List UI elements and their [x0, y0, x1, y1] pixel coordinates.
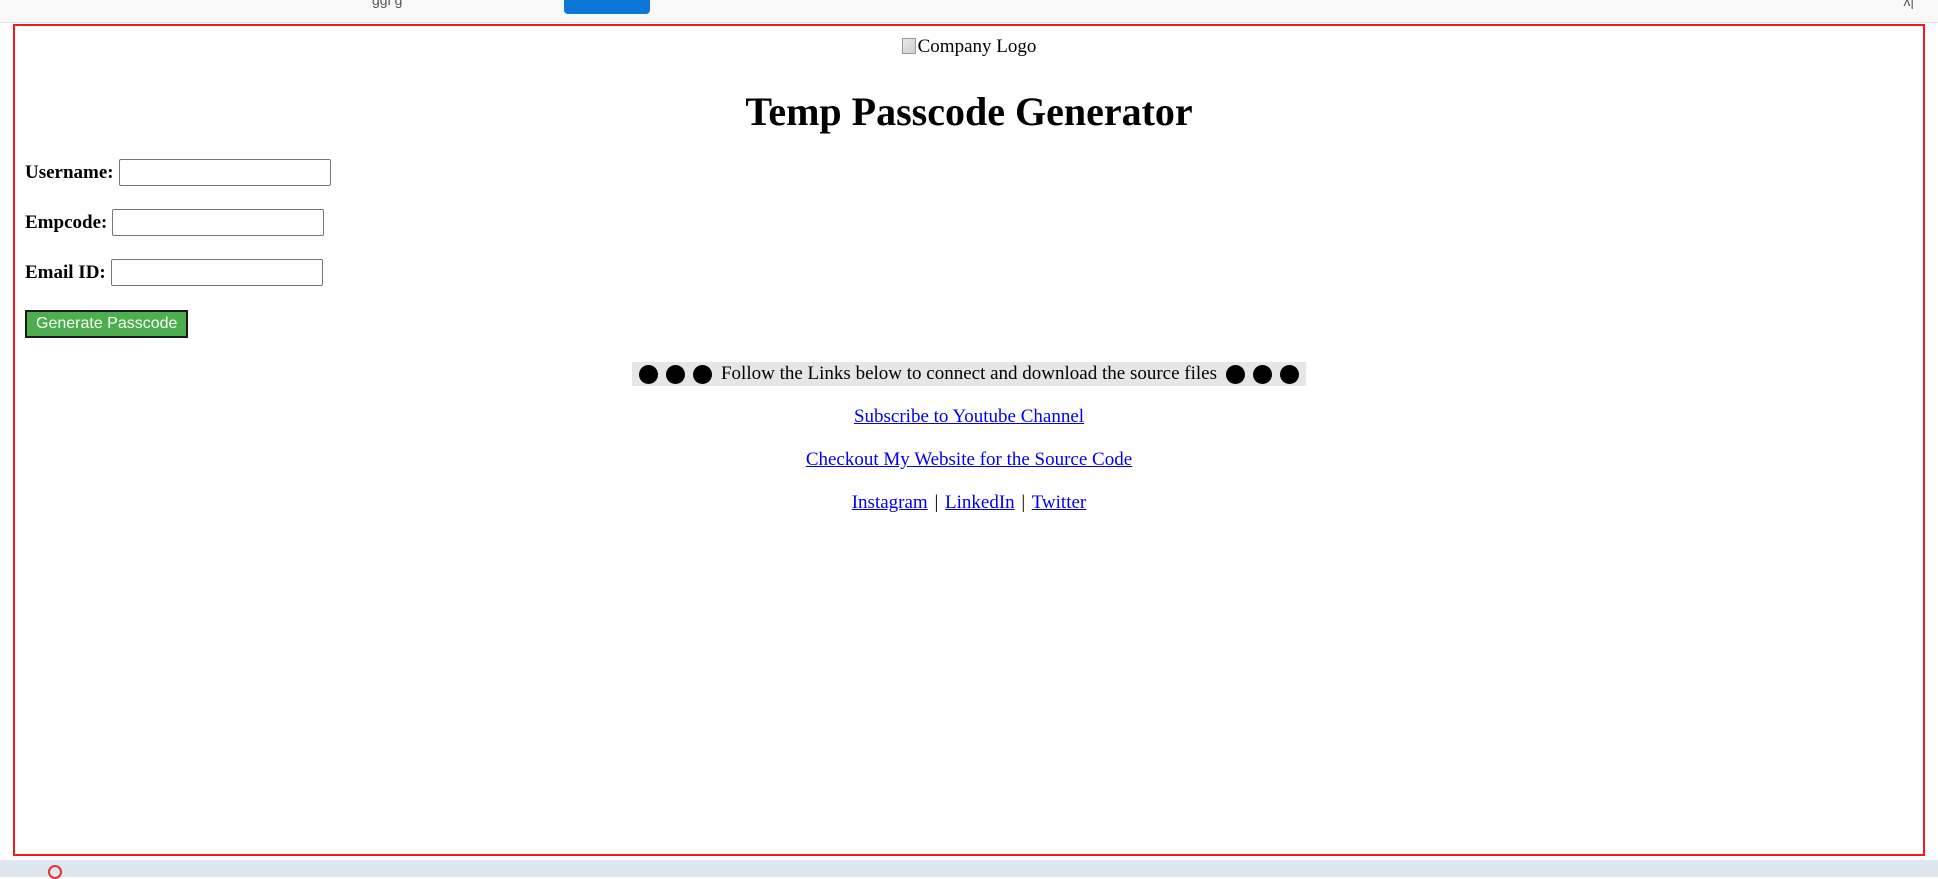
broken-image-icon — [901, 38, 916, 54]
social-links-line: Instagram | LinkedIn | Twitter — [15, 492, 1923, 514]
black-circle-icon — [1226, 364, 1245, 384]
left-dots — [635, 364, 716, 384]
email-label: Email ID: — [25, 261, 106, 283]
username-label: Username: — [25, 161, 114, 183]
cropped-toolbar-icon: λ| — [1903, 0, 1914, 9]
empcode-row: Empcode: — [25, 209, 325, 236]
follow-banner: Follow the Links below to connect and do… — [15, 362, 1923, 389]
company-logo: Company Logo — [15, 36, 1923, 58]
page-frame: Company Logo Temp Passcode Generator Use… — [13, 24, 1925, 856]
follow-band: Follow the Links below to connect and do… — [631, 362, 1306, 386]
cropped-blue-button[interactable] — [564, 0, 650, 14]
black-circle-icon — [638, 364, 658, 384]
black-circle-icon — [692, 364, 712, 384]
right-dots — [1222, 364, 1303, 384]
email-input[interactable] — [110, 259, 323, 286]
link-separator: | — [1021, 492, 1026, 513]
generate-passcode-button[interactable]: Generate Passcode — [25, 310, 189, 338]
website-link[interactable]: Checkout My Website for the Source Code — [806, 449, 1132, 470]
cropped-toolbar-text: ggi g — [372, 0, 403, 8]
website-link-line: Checkout My Website for the Source Code — [15, 449, 1923, 471]
follow-text: Follow the Links below to connect and do… — [720, 363, 1217, 384]
username-input[interactable] — [118, 159, 331, 186]
instagram-link[interactable]: Instagram — [852, 492, 928, 513]
empcode-label: Empcode: — [25, 211, 108, 233]
youtube-link[interactable]: Subscribe to Youtube Channel — [854, 406, 1084, 427]
email-row: Email ID: — [25, 259, 323, 286]
company-logo-alt: Company Logo — [917, 36, 1037, 57]
empcode-input[interactable] — [112, 209, 325, 236]
twitter-link[interactable]: Twitter — [1032, 492, 1087, 513]
black-circle-icon — [1280, 364, 1299, 384]
black-circle-icon — [665, 364, 685, 384]
browser-top-strip: ggi g λ| — [0, 0, 1938, 23]
browser-bottom-strip — [0, 860, 1938, 879]
youtube-link-line: Subscribe to Youtube Channel — [15, 406, 1923, 428]
username-row: Username: — [25, 159, 331, 186]
page-title: Temp Passcode Generator — [745, 89, 1193, 134]
black-circle-icon — [1253, 364, 1272, 384]
link-separator: | — [934, 492, 939, 513]
linkedin-link[interactable]: LinkedIn — [945, 492, 1015, 513]
